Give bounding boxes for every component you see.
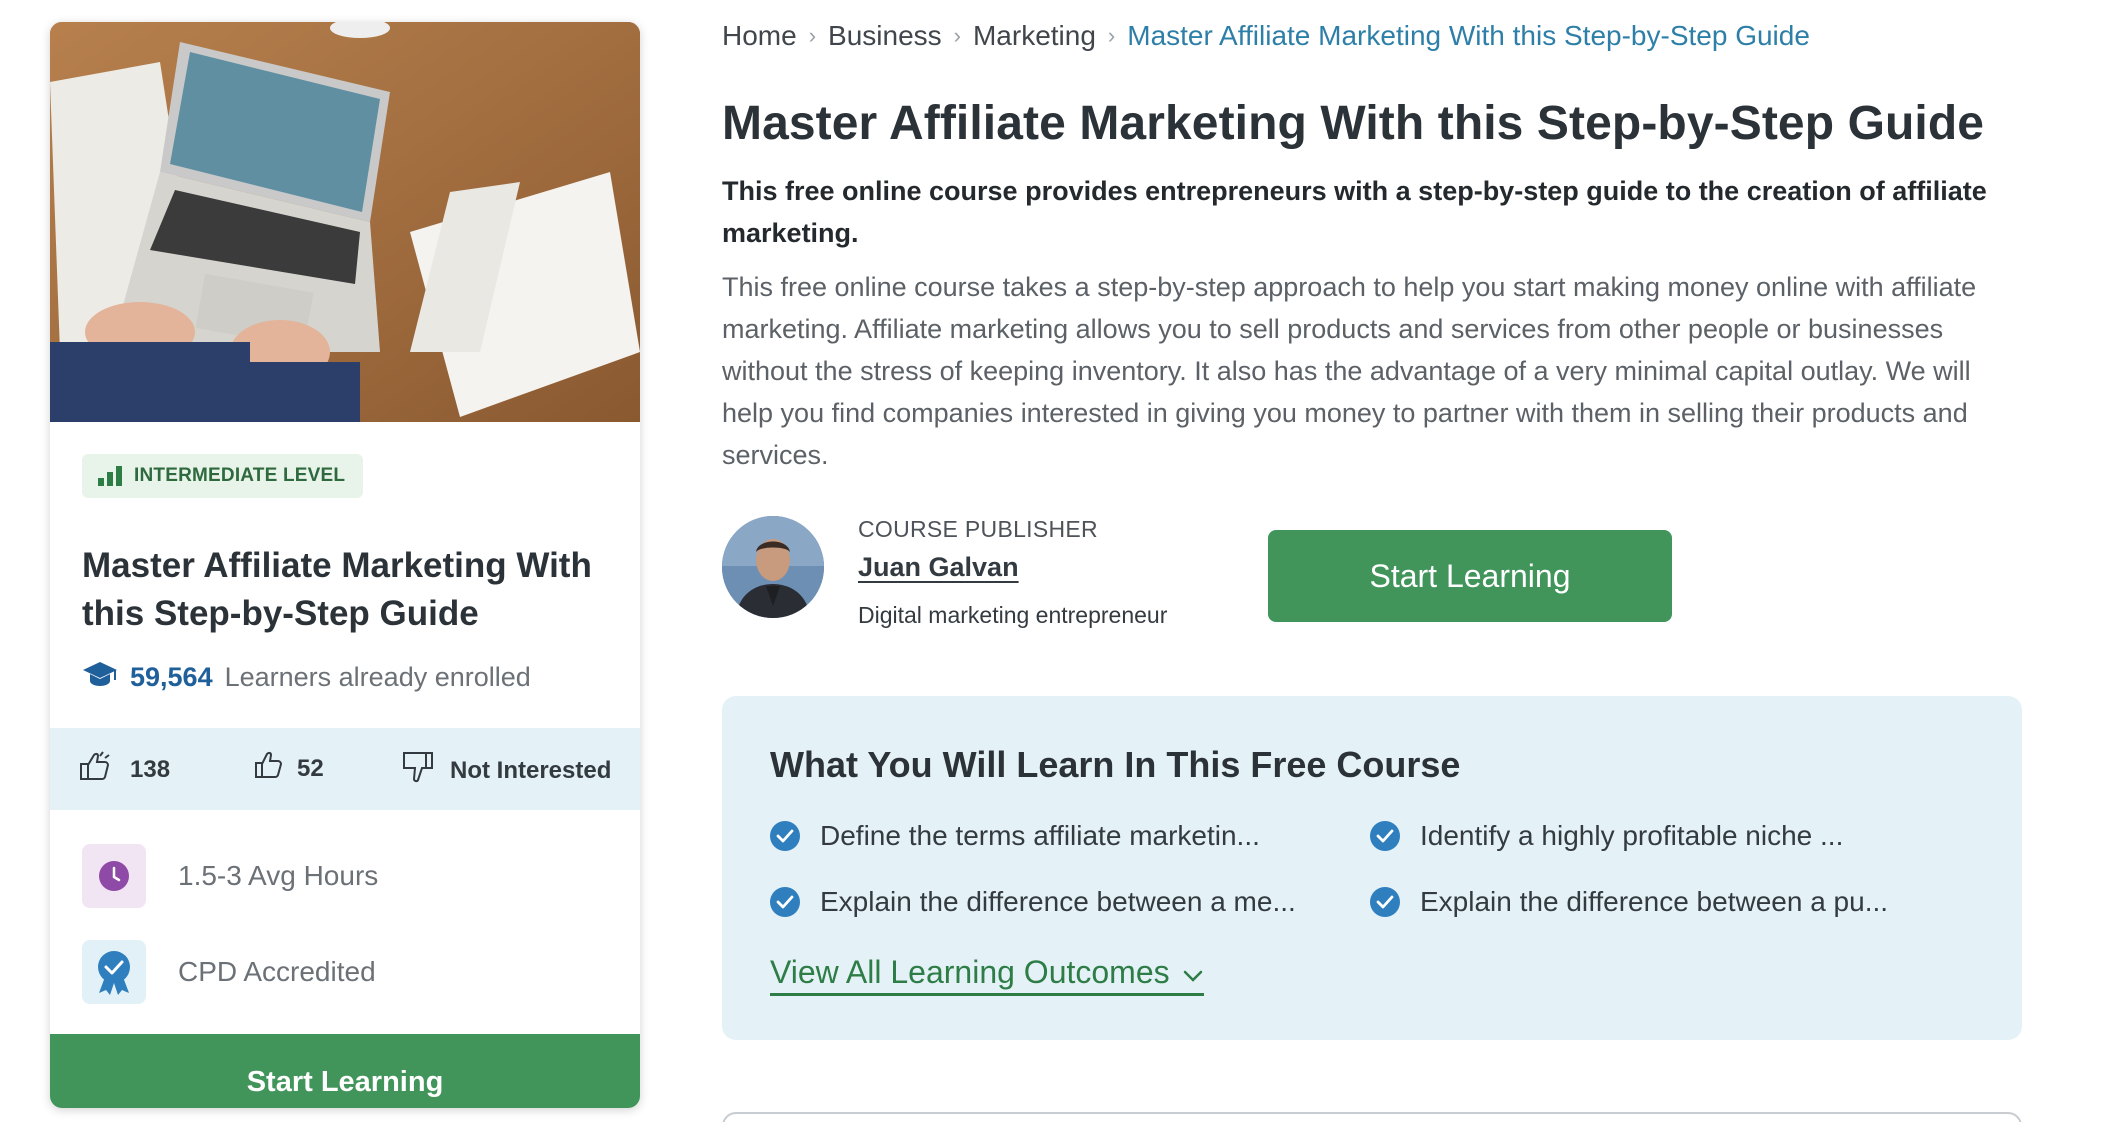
learning-outcome-text: Define the terms affiliate marketin... xyxy=(820,820,1260,851)
card-course-title: Master Affiliate Marketing With this Ste… xyxy=(82,546,592,633)
publisher-role-label: COURSE PUBLISHER xyxy=(858,516,1098,542)
like-count: 138 xyxy=(130,755,171,783)
learning-outcome-item: Define the terms affiliate marketin... xyxy=(770,820,1260,852)
thumbs-up-icon xyxy=(253,750,283,787)
chevron-right-icon: › xyxy=(953,23,961,48)
enrolled-info: 59,564 Learners already enrolled xyxy=(82,660,531,695)
chevron-down-icon xyxy=(1182,954,1204,991)
start-learning-button[interactable]: Start Learning xyxy=(1268,530,1672,622)
page-title: Master Affiliate Marketing With this Ste… xyxy=(722,97,1985,150)
learning-outcome-item: Explain the difference between a me... xyxy=(770,886,1296,918)
breadcrumb-home[interactable]: Home xyxy=(722,20,797,52)
view-all-outcomes-label: View All Learning Outcomes xyxy=(770,954,1170,990)
reactions-bar: 138 52 Not Interested xyxy=(50,728,640,810)
thumbs-up-button[interactable]: 52 xyxy=(253,750,324,787)
learning-outcome-item: Explain the difference between a pu... xyxy=(1370,886,1888,918)
publisher-name-link[interactable]: Juan Galvan xyxy=(858,552,1019,583)
chevron-right-icon: › xyxy=(1107,23,1116,48)
course-subtitle: This free online course provides entrepr… xyxy=(722,176,1987,248)
not-interested-label: Not Interested xyxy=(450,756,612,784)
thumbs-up-count: 52 xyxy=(297,754,324,782)
level-label: INTERMEDIATE LEVEL xyxy=(134,465,346,486)
learning-outcome-text: Explain the difference between a pu... xyxy=(1420,886,1889,917)
not-interested-button[interactable]: Not Interested xyxy=(402,750,611,791)
clock-icon xyxy=(82,844,146,908)
learning-outcomes-panel: What You Will Learn In This Free Course … xyxy=(722,696,2022,1040)
like-button[interactable]: 138 xyxy=(78,750,170,789)
enrolled-count: 59,564 xyxy=(130,662,213,692)
duration-text: 1.5-3 Avg Hours xyxy=(178,860,379,891)
accreditation-text: CPD Accredited xyxy=(178,956,376,987)
course-thumbnail-image xyxy=(50,22,640,422)
course-description: This free online course takes a step-by-… xyxy=(722,272,1977,470)
learning-outcomes-title: What You Will Learn In This Free Course xyxy=(770,744,1461,785)
learning-outcome-text: Explain the difference between a me... xyxy=(820,886,1296,917)
certificate-badge-icon xyxy=(82,940,146,1004)
level-badge: INTERMEDIATE LEVEL xyxy=(82,454,364,498)
breadcrumb-marketing[interactable]: Marketing xyxy=(973,20,1096,52)
learning-outcome-item: Identify a highly profitable niche ... xyxy=(1370,820,1843,852)
chevron-right-icon: › xyxy=(808,23,817,48)
enrolled-text: Learners already enrolled xyxy=(224,662,531,692)
card-start-learning-button[interactable]: Start Learning xyxy=(50,1034,640,1108)
accreditation-row: CPD Accredited xyxy=(82,940,376,1004)
check-circle-icon xyxy=(770,821,800,851)
check-circle-icon xyxy=(1370,821,1400,851)
breadcrumb-business[interactable]: Business xyxy=(828,20,942,52)
breadcrumb: Home › Business › Marketing › Master Aff… xyxy=(722,20,1810,52)
publisher-avatar[interactable] xyxy=(722,516,824,618)
view-all-outcomes-link[interactable]: View All Learning Outcomes xyxy=(770,954,1204,996)
next-section-edge xyxy=(722,1112,2022,1122)
hands-clap-icon xyxy=(78,750,116,789)
learning-outcome-text: Identify a highly profitable niche ... xyxy=(1420,820,1844,851)
graduation-cap-icon xyxy=(82,660,118,695)
publisher-bio: Digital marketing entrepreneur xyxy=(858,602,1168,628)
breadcrumb-current[interactable]: Master Affiliate Marketing With this Ste… xyxy=(1127,20,1810,52)
thumbs-down-icon xyxy=(402,750,436,791)
level-bars-icon xyxy=(98,466,122,486)
course-card: INTERMEDIATE LEVEL Master Affiliate Mark… xyxy=(50,22,640,1108)
duration-row: 1.5-3 Avg Hours xyxy=(82,844,378,908)
check-circle-icon xyxy=(1370,887,1400,917)
check-circle-icon xyxy=(770,887,800,917)
